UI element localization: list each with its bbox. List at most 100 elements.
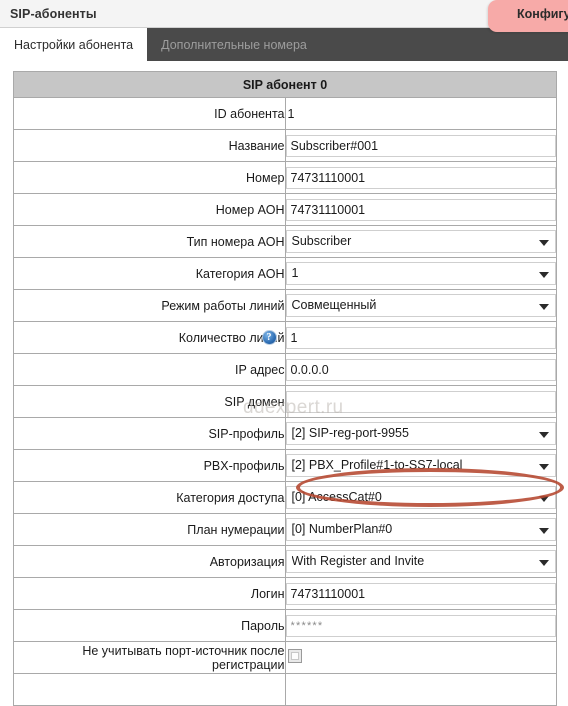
row-label-pbx-profile: PBX-профиль xyxy=(13,449,286,482)
row-value-number-plan-cell: [0] NumberPlan#0 xyxy=(284,513,557,546)
table-row xyxy=(13,673,557,706)
line-mode-select-value: Совмещенный xyxy=(291,298,377,312)
tab-strip: Настройки абонента Дополнительные номера xyxy=(0,28,568,61)
table-row: SIP домен xyxy=(13,385,557,418)
chevron-down-icon xyxy=(539,240,549,246)
table-row: Логин xyxy=(13,577,557,610)
tab-subscriber-settings[interactable]: Настройки абонента xyxy=(0,28,148,61)
password-input[interactable] xyxy=(285,614,556,637)
row-label-ignore-source-port: Не учитывать порт-источник после регистр… xyxy=(13,641,286,674)
table-header-row: SIP абонент 0 xyxy=(13,71,557,98)
table-row: Не учитывать порт-источник после регистр… xyxy=(13,641,557,674)
name-input[interactable] xyxy=(285,134,556,157)
sip-profile-select[interactable]: [2] SIP-reg-port-9955 xyxy=(285,422,556,445)
table-row: ID абонента 1 xyxy=(13,97,557,130)
chevron-down-icon xyxy=(539,528,549,534)
config-tab-label: Конфигу xyxy=(517,7,568,21)
authorization-select[interactable]: With Register and Invite xyxy=(285,550,556,573)
sip-profile-select-value: [2] SIP-reg-port-9955 xyxy=(291,426,409,440)
subscriber-id-value: 1 xyxy=(287,106,295,121)
access-category-select[interactable]: [0] AccessCat#0 xyxy=(285,486,556,509)
row-label-line-count: Количество линий ? xyxy=(13,321,286,354)
number-plan-select[interactable]: [0] NumberPlan#0 xyxy=(285,518,556,541)
row-label-number: Номер xyxy=(13,161,286,194)
row-value-number-cell xyxy=(284,161,557,194)
content-area: ddexpert.ru SIP абонент 0 ID абонента 1 … xyxy=(0,61,568,706)
row-value-access-category-cell: [0] AccessCat#0 xyxy=(284,481,557,514)
table-row: План нумерации [0] NumberPlan#0 xyxy=(13,513,557,546)
table-row: Тип номера АОН Subscriber xyxy=(13,225,557,258)
row-label-line-mode: Режим работы линий xyxy=(13,289,286,322)
row-value-authorization-cell: With Register and Invite xyxy=(284,545,557,578)
row-value-line-count-cell xyxy=(284,321,557,354)
row-label-aon-category: Категория АОН xyxy=(13,257,286,290)
row-label-ip-address: IP адрес xyxy=(13,353,286,386)
number-input[interactable] xyxy=(285,166,556,189)
table-row: Номер xyxy=(13,161,557,194)
row-label-authorization: Авторизация xyxy=(13,545,286,578)
table-row: Категория АОН 1 xyxy=(13,257,557,290)
row-value-login-cell xyxy=(284,577,557,610)
tab-subscriber-settings-label: Настройки абонента xyxy=(14,37,134,52)
authorization-select-value: With Register and Invite xyxy=(291,554,425,568)
row-label-number-plan: План нумерации xyxy=(13,513,286,546)
login-input[interactable] xyxy=(285,582,556,605)
tab-additional-numbers[interactable]: Дополнительные номера xyxy=(147,28,321,61)
table-header-title: SIP абонент 0 xyxy=(13,71,557,98)
number-plan-select-value: [0] NumberPlan#0 xyxy=(291,522,393,536)
table-row: Название xyxy=(13,129,557,162)
row-value-ignore-source-port-cell xyxy=(284,641,557,674)
row-value-password-cell xyxy=(284,609,557,642)
config-tab-pink[interactable]: Конфигу xyxy=(488,0,568,32)
pbx-profile-select[interactable]: [2] PBX_Profile#1-to-SS7-local xyxy=(285,454,556,477)
table-row: Авторизация With Register and Invite xyxy=(13,545,557,578)
page-title: SIP-абоненты xyxy=(10,6,97,21)
chevron-down-icon xyxy=(539,272,549,278)
aon-type-select-value: Subscriber xyxy=(291,234,352,248)
chevron-down-icon xyxy=(539,560,549,566)
row-value-aon-type-cell: Subscriber xyxy=(284,225,557,258)
window-titlebar: SIP-абоненты xyxy=(0,0,568,28)
row-label-sip-profile: SIP-профиль xyxy=(13,417,286,450)
row-label-password: Пароль xyxy=(13,609,286,642)
row-value-aon-number-cell xyxy=(284,193,557,226)
chevron-down-icon xyxy=(539,496,549,502)
help-icon[interactable]: ? xyxy=(261,330,277,345)
row-label-sip-domain: SIP домен xyxy=(13,385,286,418)
subscriber-settings-table: SIP абонент 0 ID абонента 1 Название Ном… xyxy=(13,71,557,706)
table-row: Количество линий ? xyxy=(13,321,557,354)
row-value-name-cell xyxy=(284,129,557,162)
table-row: SIP-профиль [2] SIP-reg-port-9955 xyxy=(13,417,557,450)
row-value-pbx-profile-cell: [2] PBX_Profile#1-to-SS7-local xyxy=(284,449,557,482)
aon-number-input[interactable] xyxy=(285,198,556,221)
chevron-down-icon xyxy=(539,432,549,438)
access-category-select-value: [0] AccessCat#0 xyxy=(291,490,382,504)
row-label-partial xyxy=(13,673,286,706)
line-count-input[interactable] xyxy=(285,326,556,349)
table-row: Режим работы линий Совмещенный xyxy=(13,289,557,322)
table-row: Пароль xyxy=(13,609,557,642)
row-value-ip-address-cell xyxy=(284,353,557,386)
aon-type-select[interactable]: Subscriber xyxy=(285,230,556,253)
row-label-name: Название xyxy=(13,129,286,162)
row-label-id: ID абонента xyxy=(13,97,286,130)
row-value-partial-cell xyxy=(284,673,557,706)
ignore-source-port-checkbox[interactable] xyxy=(287,649,302,663)
row-value-aon-category-cell: 1 xyxy=(284,257,557,290)
chevron-down-icon xyxy=(539,304,549,310)
tab-additional-numbers-label: Дополнительные номера xyxy=(161,37,307,52)
ip-address-input[interactable] xyxy=(285,358,556,381)
pbx-profile-select-value: [2] PBX_Profile#1-to-SS7-local xyxy=(291,458,463,472)
aon-category-select-value: 1 xyxy=(291,266,299,280)
aon-category-select[interactable]: 1 xyxy=(285,262,556,285)
row-value-line-mode-cell: Совмещенный xyxy=(284,289,557,322)
row-label-access-category: Категория доступа xyxy=(13,481,286,514)
line-mode-select[interactable]: Совмещенный xyxy=(285,294,556,317)
row-value-sip-profile-cell: [2] SIP-reg-port-9955 xyxy=(284,417,557,450)
chevron-down-icon xyxy=(539,464,549,470)
table-row: Номер АОН xyxy=(13,193,557,226)
sip-domain-input[interactable] xyxy=(285,390,556,413)
row-value-sip-domain-cell xyxy=(284,385,557,418)
table-row: IP адрес xyxy=(13,353,557,386)
table-row: PBX-профиль [2] PBX_Profile#1-to-SS7-loc… xyxy=(13,449,557,482)
